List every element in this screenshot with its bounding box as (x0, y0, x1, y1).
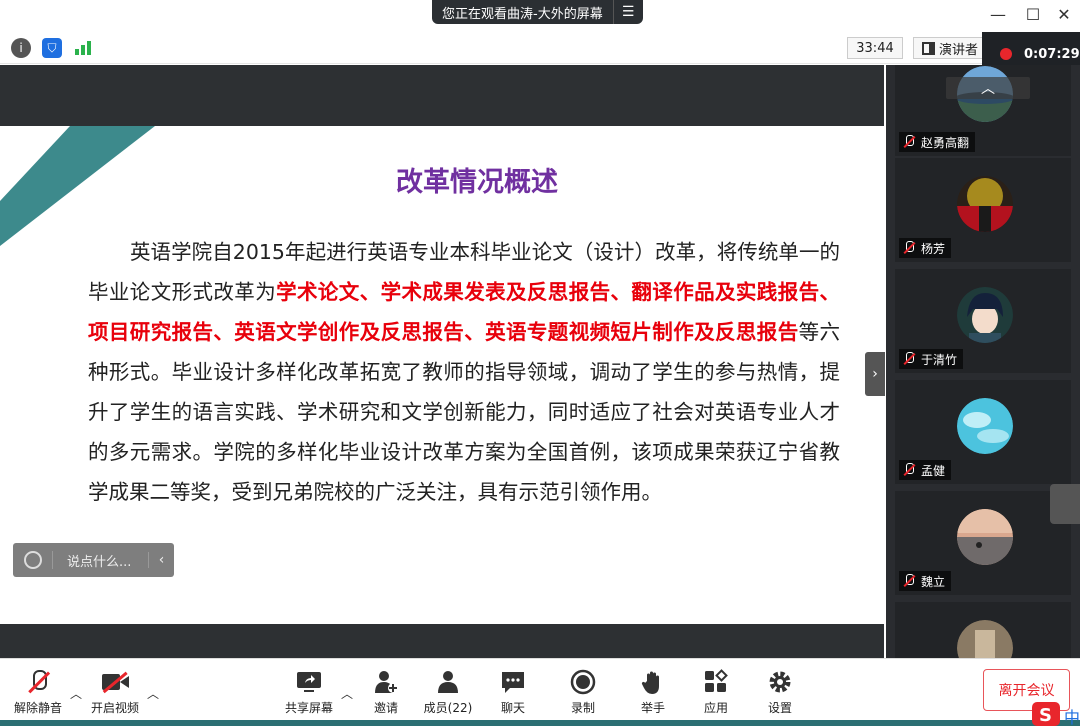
shield-icon[interactable]: ⛉ (42, 38, 62, 58)
apps-button[interactable]: 应用 (684, 669, 748, 716)
chat-input[interactable]: 说点什么... (67, 551, 148, 570)
add-user-icon (373, 669, 399, 695)
emoji-icon[interactable] (24, 551, 42, 569)
participant-tile[interactable] (895, 602, 1071, 658)
layout-icon (922, 41, 935, 55)
apps-icon (703, 669, 729, 695)
participant-tile[interactable]: 杨芳 (895, 158, 1071, 262)
start-video-button[interactable]: 开启视频 (83, 669, 147, 716)
mic-muted-icon (903, 463, 915, 477)
meeting-timer: 33:44 (847, 37, 903, 59)
participant-gallery: 赵勇高翻 杨芳 于清竹 孟健 魏立 (886, 65, 1080, 658)
close-button[interactable]: ✕ (1052, 4, 1076, 24)
record-button[interactable]: 录制 (551, 669, 615, 716)
mic-muted-icon (25, 669, 51, 695)
speaker-view-label: 演讲者 (939, 42, 979, 58)
hand-icon (640, 669, 666, 695)
mic-muted-icon (903, 352, 915, 366)
video-options-chevron-icon[interactable]: ︿ (147, 685, 159, 702)
mic-muted-icon (903, 574, 915, 588)
info-bar: i ⛉ 33:44 演讲者 (0, 32, 1080, 64)
unmute-button[interactable]: 解除静音 (6, 669, 70, 716)
record-label: 录制 (570, 701, 595, 715)
maximize-button[interactable]: ☐ (1021, 4, 1045, 24)
recording-time: 0:07:29 (1024, 46, 1080, 62)
invite-label: 邀请 (373, 701, 398, 715)
members-label: 成员(22) (423, 701, 473, 715)
members-button[interactable]: 成员(22) (416, 669, 480, 716)
floating-mic-button[interactable] (1050, 484, 1080, 524)
avatar (957, 509, 1013, 565)
audio-options-chevron-icon[interactable]: ︿ (70, 685, 82, 702)
recording-dot-icon (1000, 48, 1012, 60)
chevron-left-icon[interactable]: ‹ (148, 552, 174, 568)
meeting-window: 您正在观看曲涛-大外的屏幕 ☰ — ☐ ✕ i ⛉ 33:44 演讲者 0:07… (0, 0, 1080, 726)
participant-name: 孟健 (921, 463, 946, 478)
participant-name: 赵勇高翻 (921, 135, 970, 150)
settings-label: 设置 (767, 701, 792, 715)
raise-hand-button[interactable]: 举手 (621, 669, 685, 716)
speaker-view-button[interactable]: 演讲者 (913, 37, 988, 59)
camera-off-icon (102, 669, 129, 695)
meeting-toolbar: 解除静音 ︿ 开启视频 ︿ 共享屏幕 ︿ 邀请 成员(22) 聊天 录制 举手 … (0, 658, 1080, 720)
menu-icon[interactable]: ☰ (612, 0, 643, 24)
avatar (957, 287, 1013, 343)
divider (52, 551, 53, 569)
share-screen-button[interactable]: 共享屏幕 (277, 669, 341, 716)
minimize-button[interactable]: — (986, 4, 1010, 24)
mic-muted-icon (903, 241, 915, 255)
participant-name-tag: 赵勇高翻 (899, 132, 976, 152)
mic-muted-icon (903, 135, 915, 149)
share-screen-icon (296, 669, 322, 695)
sogou-ime-icon[interactable]: S中 (1030, 698, 1080, 726)
svg-text:中: 中 (1064, 708, 1080, 726)
participant-name-tag: 杨芳 (899, 238, 952, 258)
share-screen-label: 共享屏幕 (284, 701, 333, 715)
participant-name: 魏立 (921, 574, 946, 589)
svg-text:S: S (1039, 705, 1052, 726)
gear-icon (767, 669, 793, 695)
participant-name: 于清竹 (921, 352, 958, 367)
title-bar: 您正在观看曲涛-大外的屏幕 ☰ — ☐ ✕ (0, 0, 1080, 32)
slide-body-text-2: 等六种形式。毕业设计多样化改革拓宽了教师的指导领域，调动了学生的参与热情，提升了… (88, 320, 841, 504)
chat-input-bar[interactable]: 说点什么... ‹ (13, 543, 174, 577)
invite-button[interactable]: 邀请 (354, 669, 418, 716)
info-icon[interactable]: i (11, 38, 31, 58)
participant-tile[interactable]: 孟健 (895, 380, 1071, 484)
record-icon (570, 669, 596, 695)
viewing-indicator[interactable]: 您正在观看曲涛-大外的屏幕 ☰ (432, 0, 643, 24)
participant-tile[interactable]: 魏立 (895, 491, 1071, 595)
slide-title: 改革情况概述 (396, 167, 558, 198)
settings-button[interactable]: 设置 (748, 669, 812, 716)
participant-name-tag: 魏立 (899, 571, 952, 591)
avatar (957, 398, 1013, 454)
viewing-text: 您正在观看曲涛-大外的屏幕 (442, 6, 603, 22)
participant-name: 杨芳 (921, 241, 946, 256)
taskbar-strip (0, 720, 1080, 726)
raise-hand-label: 举手 (640, 701, 665, 715)
collapse-gallery-button[interactable]: › (865, 352, 885, 396)
chat-icon (500, 669, 526, 695)
unmute-label: 解除静音 (13, 701, 62, 715)
participant-name-tag: 孟健 (899, 460, 952, 480)
participant-tile[interactable]: 于清竹 (895, 269, 1071, 373)
chat-label: 聊天 (500, 701, 525, 715)
start-video-label: 开启视频 (90, 701, 139, 715)
apps-label: 应用 (703, 701, 728, 715)
participant-name-tag: 于清竹 (899, 349, 964, 369)
gallery-scroll-up-button[interactable]: ︿ (946, 77, 1030, 99)
slide-body: 英语学院自2015年起进行英语专业本科毕业论文（设计）改革，将传统单一的毕业论文… (88, 232, 840, 512)
members-icon (435, 669, 461, 695)
avatar (957, 620, 1013, 658)
share-options-chevron-icon[interactable]: ︿ (341, 685, 353, 702)
avatar (957, 176, 1013, 232)
chat-button[interactable]: 聊天 (481, 669, 545, 716)
signal-icon[interactable] (73, 38, 93, 58)
